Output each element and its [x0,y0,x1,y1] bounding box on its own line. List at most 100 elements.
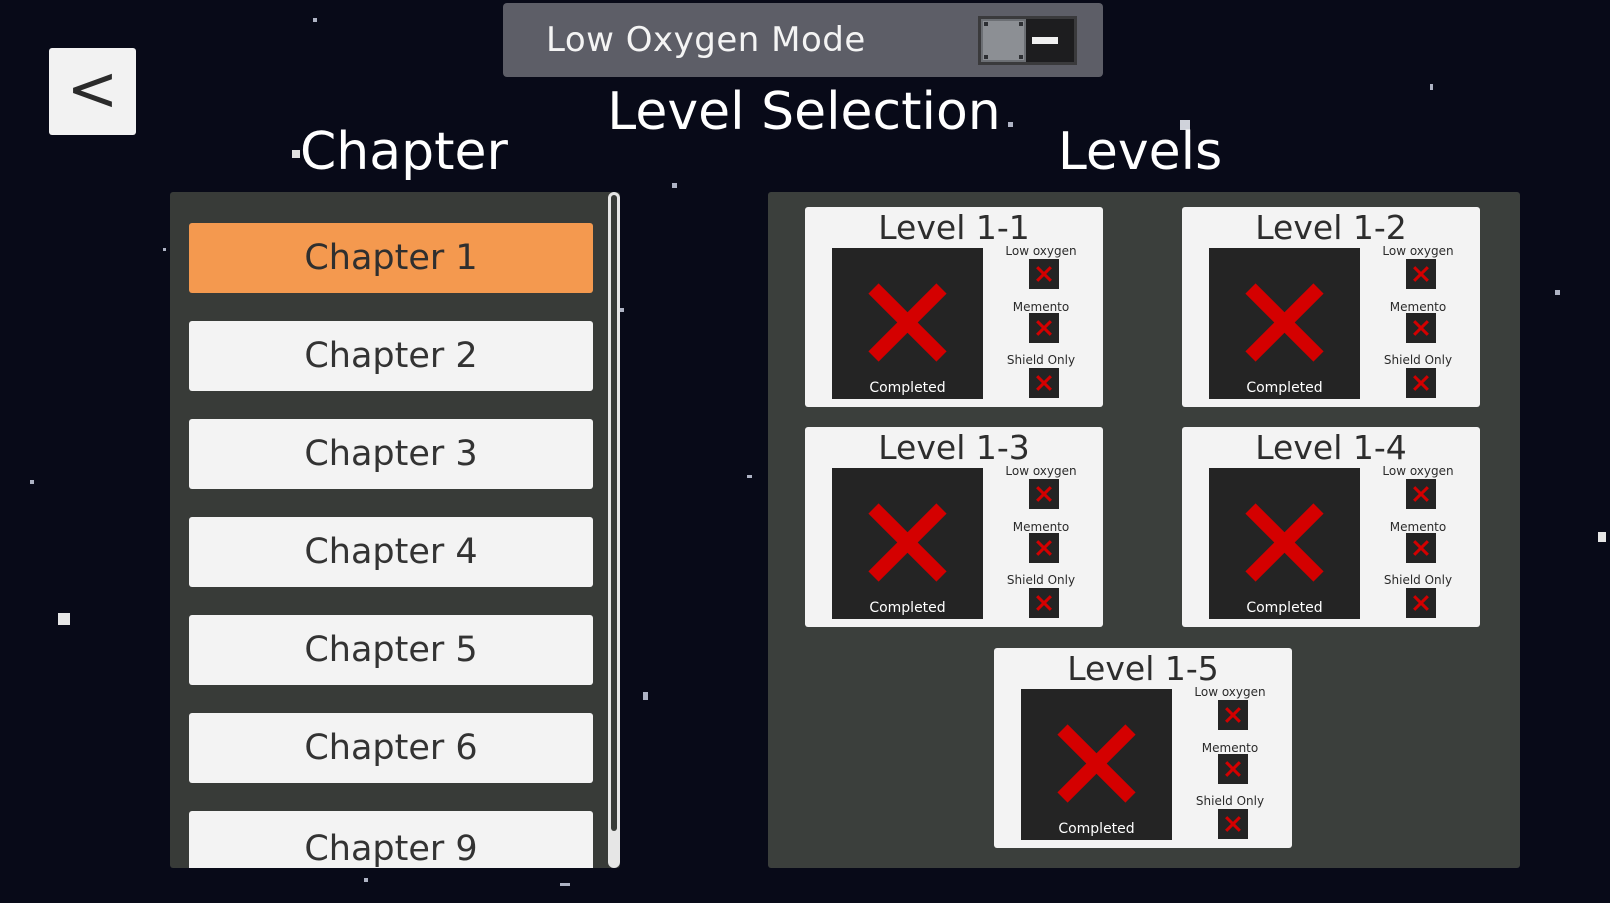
challenge-label: Memento [1389,520,1447,534]
star-decoration [643,692,648,700]
level-card[interactable]: Level 1-1 Completed Low oxygen Memento Shiel… [805,207,1103,407]
level-title: Level 1-3 [878,428,1030,467]
x-mark-icon [1413,266,1429,282]
star-decoration [364,878,368,882]
challenge-status-box [1029,368,1059,398]
x-mark-icon [1245,503,1324,582]
x-mark-icon [1225,707,1241,723]
chapter-list: Chapter 1 Chapter 2 Chapter 3 Chapter 4 … [170,192,620,868]
levels-grid: Level 1-1 Completed Low oxygen Memento Shiel… [768,192,1520,868]
challenge-label: Low oxygen [1382,464,1454,478]
chapter-button-5[interactable]: Chapter 5 [189,615,593,685]
completed-label: Completed [1246,600,1323,616]
challenge-status-box [1406,259,1436,289]
chapter-button-6[interactable]: Chapter 6 [189,713,593,783]
page-title: Level Selection [607,82,1001,142]
x-mark-icon [1036,486,1052,502]
level-card[interactable]: Level 1-3 Completed Low oxygen Memento Shiel… [805,427,1103,627]
challenge-status-box [1406,479,1436,509]
challenge-label: Shield Only [1383,353,1453,367]
star-decoration [1430,84,1433,90]
challenge-status-box [1218,700,1248,730]
level-title: Level 1-1 [878,208,1030,247]
x-mark-icon [1245,283,1324,362]
star-decoration [163,248,166,251]
challenge-label: Low oxygen [1194,685,1266,699]
star-decoration [620,308,624,312]
levels-heading: Levels [1057,122,1223,182]
chapter-button-2[interactable]: Chapter 2 [189,321,593,391]
completed-label: Completed [1058,821,1135,837]
level-card[interactable]: Level 1-4 Completed Low oxygen Memento Shiel… [1182,427,1480,627]
level-card[interactable]: Level 1-5 Completed Low oxygen Memento Shiel… [994,648,1292,848]
chapter-button-4[interactable]: Chapter 4 [189,517,593,587]
challenge-label: Low oxygen [1005,244,1077,258]
back-button[interactable]: < [49,48,136,135]
challenge-label: Memento [1201,741,1259,755]
x-mark-icon [1036,540,1052,556]
challenge-status-box [1406,313,1436,343]
x-mark-icon [1036,266,1052,282]
challenge-status-box [1029,313,1059,343]
level-card[interactable]: Level 1-2 Completed Low oxygen Memento Shiel… [1182,207,1480,407]
level-preview: Completed [1209,248,1360,399]
challenge-label: Memento [1389,300,1447,314]
level-preview: Completed [1209,468,1360,619]
x-mark-icon [868,283,947,362]
low-oxygen-mode-toggle[interactable] [978,16,1077,65]
challenge-status-box [1218,809,1248,839]
chapter-heading: Chapter [300,122,508,182]
star-decoration [1598,532,1606,542]
challenge-status-box [1029,533,1059,563]
challenge-label: Shield Only [1195,794,1265,808]
level-title: Level 1-2 [1255,208,1407,247]
toggle-off-indicator-icon [1032,37,1058,44]
challenge-status-box [1218,754,1248,784]
level-preview: Completed [1021,689,1172,840]
low-oxygen-mode-bar: Low Oxygen Mode [503,3,1103,77]
level-title: Level 1-4 [1255,428,1407,467]
challenge-label: Low oxygen [1382,244,1454,258]
challenge-status-box [1029,588,1059,618]
toggle-knob[interactable] [981,19,1026,62]
challenge-status-box [1406,588,1436,618]
x-mark-icon [1225,816,1241,832]
star-decoration [292,150,300,158]
x-mark-icon [1413,595,1429,611]
chapter-button-1[interactable]: Chapter 1 [189,223,593,293]
star-decoration [560,883,570,886]
challenge-status-box [1406,533,1436,563]
completed-label: Completed [869,380,946,396]
challenge-status-box [1029,479,1059,509]
challenge-label: Shield Only [1006,573,1076,587]
star-decoration [672,183,677,188]
chapter-list-scrollbar[interactable] [608,192,620,868]
x-mark-icon [1413,540,1429,556]
x-mark-icon [1036,320,1052,336]
challenge-label: Low oxygen [1005,464,1077,478]
x-mark-icon [868,503,947,582]
challenge-label: Memento [1012,520,1070,534]
star-decoration [1555,290,1560,295]
x-mark-icon [1036,375,1052,391]
x-mark-icon [1036,595,1052,611]
chapter-list-scroll-thumb[interactable] [611,195,617,831]
x-mark-icon [1413,486,1429,502]
low-oxygen-mode-label: Low Oxygen Mode [546,20,866,60]
completed-label: Completed [1246,380,1323,396]
challenge-label: Memento [1012,300,1070,314]
chapter-button-9[interactable]: Chapter 9 [189,811,593,868]
level-preview: Completed [832,248,983,399]
x-mark-icon [1413,375,1429,391]
chapter-button-3[interactable]: Chapter 3 [189,419,593,489]
star-decoration [747,475,752,478]
x-mark-icon [1057,724,1136,803]
challenge-label: Shield Only [1006,353,1076,367]
level-selection-screen: < Low Oxygen Mode Level Selection Chapte… [0,0,1610,903]
star-decoration [30,480,34,484]
x-mark-icon [1413,320,1429,336]
star-decoration [313,18,317,22]
completed-label: Completed [869,600,946,616]
x-mark-icon [1225,761,1241,777]
level-preview: Completed [832,468,983,619]
